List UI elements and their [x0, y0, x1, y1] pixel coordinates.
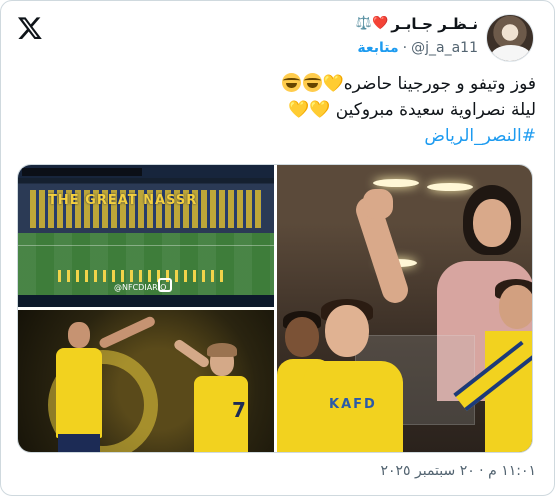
user-handle[interactable]: @j_a_a11 [411, 38, 478, 58]
tweet-line-2-text: ليلة نصراوية سعيدة مبروكين [335, 100, 536, 120]
ad-board [18, 295, 274, 307]
separator-dot: · [402, 40, 408, 56]
child-2-head [325, 305, 369, 357]
tifo-text: THE GREAT NASSR [48, 193, 198, 208]
player-1-jersey [56, 348, 102, 438]
jersey-number: 7 [232, 398, 246, 422]
yellow-heart-icon: 💛 [322, 74, 344, 94]
display-name-text[interactable]: نـظـر جـابـر [391, 14, 478, 34]
tweet-timestamp[interactable]: ١١:٠١ م · ٢٠ سبتمبر ٢٠٢٥ [380, 461, 536, 481]
display-name[interactable]: نـظـر جـابـر ❤️⚖️ [356, 14, 478, 34]
laughing-emoji-icon [281, 73, 301, 92]
stadium-photo[interactable]: THE GREAT NASSR @NFCDIARIO [18, 165, 274, 307]
player-2-arm [172, 337, 211, 370]
player-2-hair [207, 343, 237, 357]
players-on-pitch [58, 270, 228, 282]
handle-row: متابعة · @j_a_a11 [356, 38, 478, 58]
media-grid: THE GREAT NASSR @NFCDIARIO 7 KAFD [17, 164, 533, 453]
tweet-card: نـظـر جـابـر ❤️⚖️ متابعة · @j_a_a11 فوز … [0, 0, 555, 496]
user-info: نـظـر جـابـر ❤️⚖️ متابعة · @j_a_a11 [356, 14, 478, 58]
tweet-line-1: فوز وتيفو و جورجينا حاضره💛 [36, 71, 536, 97]
pitch-line [18, 245, 274, 246]
tweet-text: فوز وتيفو و جورجينا حاضره💛 ليلة نصراوية … [36, 71, 536, 149]
waving-hand [363, 189, 393, 219]
child-3-head [499, 285, 532, 329]
laughing-emoji-icon [302, 73, 322, 92]
tweet-line-2: ليلة نصراوية سعيدة مبروكين 💛💛 [36, 97, 536, 123]
shirt-sponsor-text: KAFD [329, 397, 377, 412]
player-1-arm [97, 315, 157, 350]
follow-button[interactable]: متابعة [357, 38, 398, 58]
ceiling-lamp [427, 183, 473, 191]
child-1-head [285, 317, 319, 357]
player-1-head [68, 322, 90, 348]
family-in-box-photo[interactable]: KAFD [277, 165, 532, 452]
watermark-logo-icon [158, 278, 172, 292]
tweet-line-1-text: فوز وتيفو و جورجينا حاضره [343, 74, 536, 94]
score-bar [22, 168, 142, 176]
yellow-hearts-icon: 💛💛 [287, 100, 331, 120]
player-1-shorts [58, 434, 100, 452]
hashtag-link[interactable]: #النصر_الرياض [36, 123, 536, 149]
woman-face [473, 199, 511, 247]
x-logo-icon[interactable] [17, 15, 43, 41]
avatar[interactable] [486, 14, 534, 62]
name-emojis: ❤️⚖️ [355, 16, 389, 31]
players-celebrating-photo[interactable]: 7 [18, 310, 274, 452]
ceiling-lamp [373, 179, 419, 187]
